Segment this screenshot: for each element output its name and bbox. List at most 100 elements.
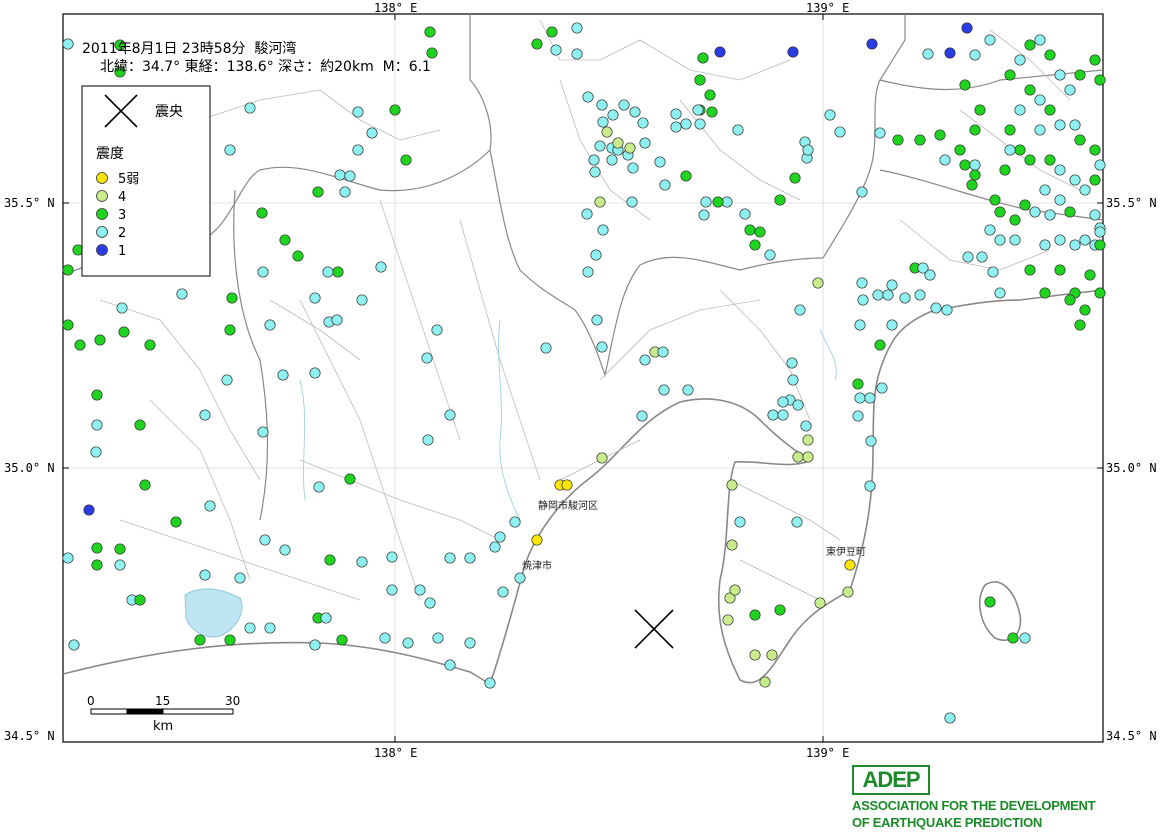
station-dot: [1064, 84, 1076, 96]
station-dot: [852, 378, 864, 390]
station-dot: [1024, 264, 1036, 276]
station-dot: [892, 134, 904, 146]
station-dot: [961, 22, 973, 34]
station-dot: [994, 234, 1006, 246]
left-tick-34-5: 34.5° N: [4, 729, 55, 743]
station-dot: [336, 634, 348, 646]
station-dot: [118, 326, 130, 338]
station-dot: [91, 542, 103, 554]
station-dot: [856, 186, 868, 198]
seismic-intensity-map: 静岡市駿河区 焼津市 東伊豆町 138° E 139° E 138° E 139…: [4, 1, 1157, 760]
station-dot: [421, 352, 433, 364]
station-dot: [657, 346, 669, 358]
station-dot: [766, 649, 778, 661]
station-dot: [1044, 154, 1056, 166]
station-dot: [882, 289, 894, 301]
station-dot: [734, 516, 746, 528]
station-dot: [514, 572, 526, 584]
station-dot: [199, 569, 211, 581]
station-dot: [257, 266, 269, 278]
adep-name-line1: ASSOCIATION FOR THE DEVELOPMENT: [852, 798, 1096, 813]
station-dot: [659, 179, 671, 191]
station-dot: [1019, 632, 1031, 644]
station-dot: [786, 357, 798, 369]
station-dot: [984, 34, 996, 46]
station-dot: [749, 239, 761, 251]
station-dot: [865, 435, 877, 447]
station-dot: [854, 319, 866, 331]
station-dot: [597, 116, 609, 128]
station-dot: [509, 516, 521, 528]
station-dot: [857, 294, 869, 306]
station-dot: [800, 420, 812, 432]
station-dot: [922, 48, 934, 60]
station-dot: [1039, 184, 1051, 196]
station-dot: [352, 144, 364, 156]
station-dot: [824, 109, 836, 121]
station-dot: [484, 677, 496, 689]
station-dot: [722, 614, 734, 626]
station-dot: [1054, 164, 1066, 176]
station-dot: [199, 409, 211, 421]
station-dot: [176, 288, 188, 300]
station-dot: [1094, 226, 1106, 238]
station-dot: [1044, 104, 1056, 116]
station-dot: [1034, 94, 1046, 106]
top-tick-138: 138° E: [374, 1, 417, 15]
station-dot: [1044, 209, 1056, 221]
station-dot: [1014, 144, 1026, 156]
station-dot: [1064, 206, 1076, 218]
station-dot: [792, 399, 804, 411]
station-dot: [356, 556, 368, 568]
station-dot: [739, 208, 751, 220]
station-dot: [62, 319, 74, 331]
station-dot: [292, 250, 304, 262]
station-dot: [959, 79, 971, 91]
station-dot: [774, 194, 786, 206]
station-dot: [91, 389, 103, 401]
legend-swatch-3: [96, 226, 108, 238]
station-dot: [309, 292, 321, 304]
station-dot: [531, 534, 543, 546]
station-dot: [966, 179, 978, 191]
station-dot: [1019, 199, 1031, 211]
station-dot: [1089, 174, 1101, 186]
station-dot: [987, 266, 999, 278]
station-dot: [1069, 239, 1081, 251]
station-dot: [954, 144, 966, 156]
station-dot: [1034, 124, 1046, 136]
station-dot: [344, 170, 356, 182]
station-dot: [144, 339, 156, 351]
station-dot: [658, 384, 670, 396]
station-dot: [939, 154, 951, 166]
station-dot: [62, 552, 74, 564]
station-dot: [204, 500, 216, 512]
station-dot: [94, 334, 106, 346]
station-dot: [886, 319, 898, 331]
station-dot: [224, 634, 236, 646]
station-dot: [842, 586, 854, 598]
station-dot: [322, 266, 334, 278]
station-dot: [582, 91, 594, 103]
station-dot: [1074, 69, 1086, 81]
station-dot: [339, 186, 351, 198]
station-dot: [732, 124, 744, 136]
station-dot: [431, 324, 443, 336]
station-dot: [1089, 144, 1101, 156]
station-dot: [914, 289, 926, 301]
station-dot: [1004, 69, 1016, 81]
station-dot: [320, 612, 332, 624]
station-dot: [234, 572, 246, 584]
station-dot: [259, 534, 271, 546]
station-dot: [914, 134, 926, 146]
station-dot: [1079, 234, 1091, 246]
station-dot: [1094, 74, 1106, 86]
station-dot: [444, 552, 456, 564]
station-dot: [874, 127, 886, 139]
station-dot: [680, 118, 692, 130]
station-dot: [744, 224, 756, 236]
station-dot: [974, 104, 986, 116]
station-dot: [812, 277, 824, 289]
station-dot: [1039, 287, 1051, 299]
station-dot: [432, 632, 444, 644]
